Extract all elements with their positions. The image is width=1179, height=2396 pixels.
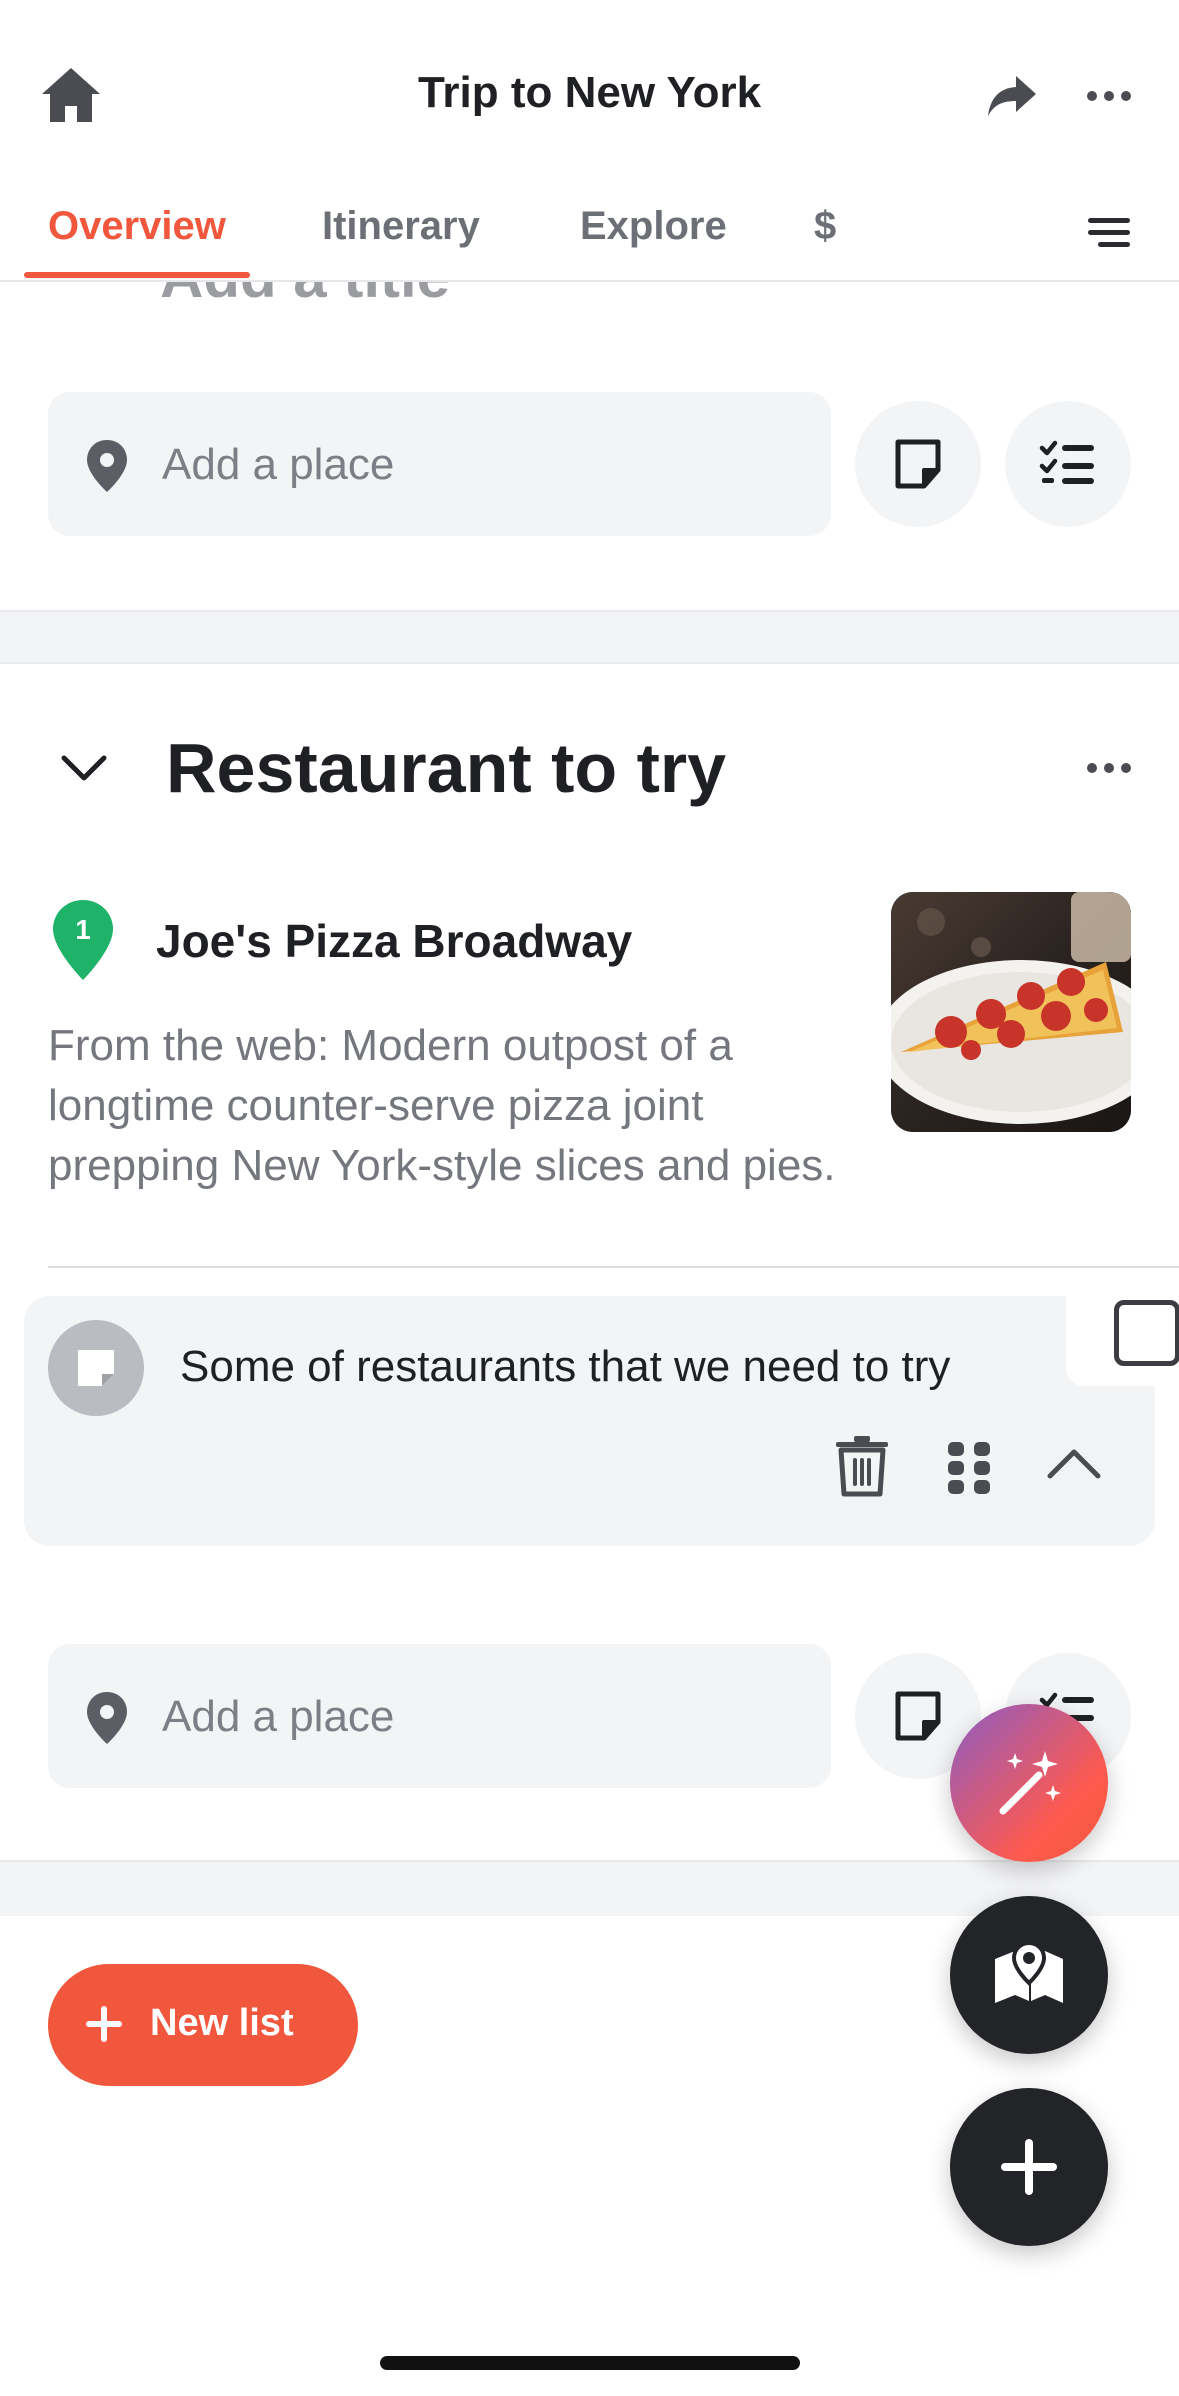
- note-avatar: [48, 1320, 144, 1416]
- note-select-area: [1066, 1292, 1179, 1386]
- ai-assistant-button[interactable]: [950, 1704, 1108, 1862]
- place-photo[interactable]: [891, 892, 1131, 1132]
- add-place-placeholder: Add a place: [162, 440, 395, 489]
- add-place-input[interactable]: Add a place: [48, 392, 831, 536]
- item-divider: [48, 1266, 1179, 1268]
- delete-note-button[interactable]: [832, 1434, 892, 1498]
- new-list-label: New list: [150, 2002, 294, 2044]
- chevron-up-icon: [1047, 1449, 1101, 1479]
- tab-overview[interactable]: Overview: [48, 204, 226, 249]
- place-description: From the web: Modern outpost of a longti…: [48, 1021, 836, 1190]
- menu-button[interactable]: [1084, 208, 1134, 256]
- new-list-button[interactable]: New list: [48, 1964, 358, 2086]
- place-name[interactable]: Joe's Pizza Broadway: [156, 914, 632, 968]
- share-button[interactable]: [984, 72, 1040, 120]
- add-item-button[interactable]: [950, 2088, 1108, 2246]
- note-icon: [895, 1691, 941, 1741]
- more-icon: [1087, 763, 1131, 773]
- section-title[interactable]: Restaurant to try: [166, 728, 726, 808]
- add-place-input[interactable]: Add a place: [48, 1644, 831, 1788]
- tab-budget[interactable]: $: [814, 204, 836, 249]
- note-icon: [895, 439, 941, 489]
- tab-explore[interactable]: Explore: [580, 204, 727, 249]
- collapse-section-button[interactable]: [56, 740, 112, 796]
- place-number-pin: 1: [50, 898, 116, 982]
- checklist-icon: [1039, 440, 1094, 484]
- trash-icon: [836, 1436, 888, 1497]
- section-divider: [0, 610, 1179, 664]
- section-more-button[interactable]: [1084, 750, 1134, 786]
- note-checkbox[interactable]: [1114, 1300, 1179, 1366]
- add-place-placeholder: Add a place: [162, 1692, 395, 1741]
- plus-icon: [86, 2006, 122, 2042]
- magic-wand-icon: [999, 1751, 1061, 1815]
- map-pin-icon: [87, 1692, 127, 1744]
- collapse-note-button[interactable]: [1044, 1442, 1104, 1482]
- share-icon: [988, 76, 1036, 116]
- map-view-button[interactable]: [950, 1896, 1108, 2054]
- map-icon: [995, 1940, 1063, 2003]
- note-icon: [78, 1350, 114, 1386]
- home-indicator: [380, 2356, 800, 2370]
- tab-itinerary[interactable]: Itinerary: [322, 204, 480, 249]
- more-icon: [1087, 91, 1131, 101]
- note-card[interactable]: Some of restaurants that we need to try: [24, 1292, 1179, 1546]
- plus-icon: [1001, 2139, 1057, 2195]
- note-text[interactable]: Some of restaurants that we need to try: [180, 1342, 950, 1392]
- chevron-down-icon: [61, 755, 107, 781]
- menu-icon: [1088, 218, 1130, 247]
- tab-bar: Overview Itinerary Explore $: [0, 190, 1179, 282]
- map-pin-icon: [87, 440, 127, 492]
- pizza-image: [891, 892, 1131, 1132]
- add-note-button[interactable]: [855, 401, 981, 527]
- add-checklist-button[interactable]: [1005, 401, 1131, 527]
- drag-handle-icon: [948, 1442, 990, 1494]
- app-header: Trip to New York: [0, 0, 1179, 190]
- drag-handle[interactable]: [946, 1440, 992, 1496]
- place-number: 1: [75, 914, 91, 945]
- active-tab-indicator: [24, 272, 250, 278]
- more-options-button[interactable]: [1084, 78, 1134, 114]
